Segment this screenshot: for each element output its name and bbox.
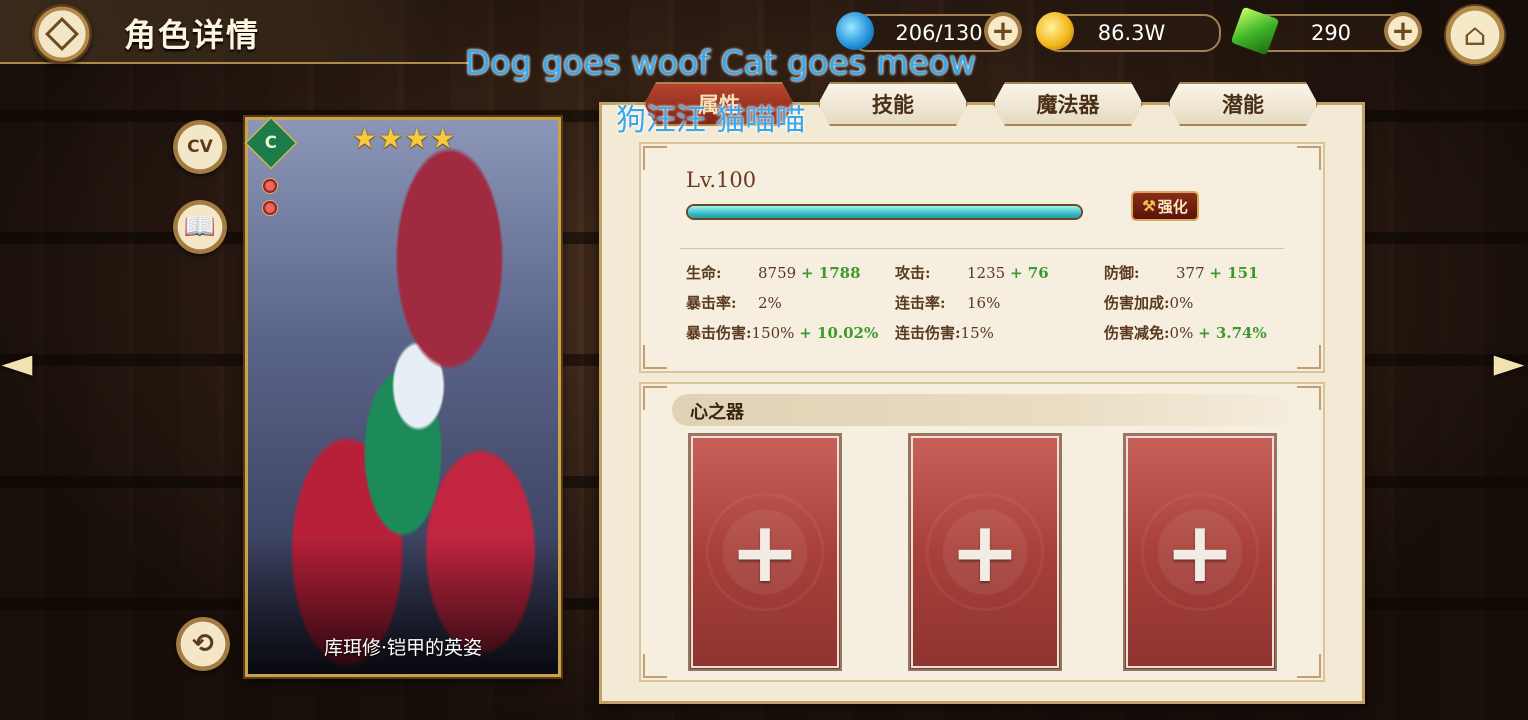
cv-label: CV [187,137,213,157]
ornament-corner [643,386,667,410]
enhance-label: 强化 [1157,197,1188,216]
add-gem-button[interactable]: + [1384,12,1422,50]
gold-value: 86.3W [1097,21,1166,45]
character-card: C ★★★★ 库珥修·铠甲的英姿 [244,116,561,677]
home-icon: ⌂ [1463,17,1487,53]
stat-hp: 生命: 8759 + 1788 [686,264,861,282]
attribute-emblem-icon: C [244,116,298,170]
rarity-stars: ★★★★ [352,122,457,155]
stat-combo-damage: 连击伤害:15% [895,324,994,342]
ornament-corner [643,345,667,369]
add-icon: + [1164,503,1236,601]
ornament-corner [1297,146,1321,170]
book-icon: 📖 [183,212,217,242]
heart-vessel-title: 心之器 [690,402,744,423]
cv-button[interactable]: CV [173,120,227,174]
character-name: 库珥修·铠甲的英姿 [323,637,483,659]
stamina-value: 206/130 [895,21,983,45]
overlay-chinese-text: 狗汪汪 猫喵喵 [616,103,806,138]
next-character-arrow[interactable]: ► [1494,338,1525,388]
previous-character-arrow[interactable]: ◄ [2,338,33,388]
stat-attack: 攻击: 1235 + 76 [895,264,1049,282]
stat-defense: 防御: 377 + 151 [1104,264,1259,282]
profile-book-button[interactable]: 📖 [173,200,227,254]
stat-damage-reduction: 伤害减免:0% + 3.74% [1104,324,1267,342]
add-icon: + [949,503,1021,601]
section-header-bg [672,394,1312,426]
red-gem-icon [262,200,278,216]
diamond-back-icon [45,17,79,51]
ornament-corner [643,146,667,170]
overlay-english-text: Dog goes woof Cat goes meow [465,43,977,82]
home-button[interactable]: ⌂ [1444,4,1506,66]
stat-combo-rate: 连击率: 16% [895,294,1001,312]
page-title: 角色详情 [124,16,261,54]
back-button[interactable] [32,4,92,64]
ornament-corner [643,654,667,678]
rotate-card-button[interactable]: ⟲ [176,617,230,671]
add-icon: + [729,503,801,601]
heart-vessel-slot-3[interactable]: + [1123,433,1277,671]
divider [680,248,1284,249]
tab-magic-items[interactable]: 魔法器 [993,82,1143,126]
ornament-corner [1297,654,1321,678]
ornament-corner [1297,345,1321,369]
exp-bar-fill [688,206,1081,218]
red-gem-icon [262,178,278,194]
stat-crit-rate: 暴击率: 2% [686,294,782,312]
gold-coin-icon [1036,12,1074,50]
heart-vessel-slot-2[interactable]: + [908,433,1062,671]
rotate-card-icon: ⟲ [192,629,214,659]
enhance-button[interactable]: ⚒ 强化 [1131,191,1199,221]
gem-value: 290 [1310,21,1352,45]
add-stamina-button[interactable]: + [984,12,1022,50]
level-label: Lv.100 [686,168,757,192]
stat-crit-damage: 暴击伤害:150% + 10.02% [686,324,879,342]
tab-skills[interactable]: 技能 [818,82,968,126]
stat-damage-bonus: 伤害加成:0% [1104,294,1194,312]
hammer-icon: ⚒ [1142,197,1156,215]
exp-bar [686,204,1083,220]
heart-vessel-slot-1[interactable]: + [688,433,842,671]
tab-potential[interactable]: 潜能 [1168,82,1318,126]
